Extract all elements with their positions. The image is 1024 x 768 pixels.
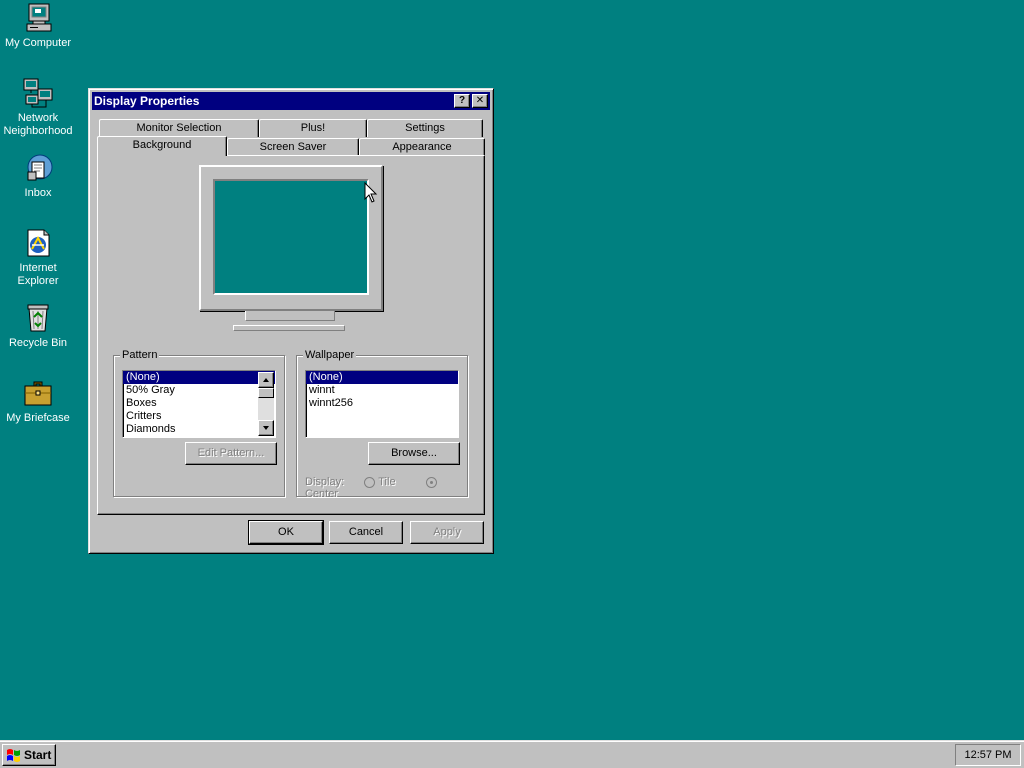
list-item[interactable]: Critters [123, 410, 275, 423]
tab-monitor-selection[interactable]: Monitor Selection [99, 119, 259, 137]
tab-label: Settings [405, 122, 445, 134]
clock[interactable]: 12:57 PM [964, 749, 1011, 761]
desktop-icon-network-neighborhood[interactable]: Network Neighborhood [0, 77, 76, 138]
list-item[interactable]: Diamonds [123, 423, 275, 436]
tab-label: Plus! [300, 122, 326, 134]
desktop-icon-my-briefcase[interactable]: My Briefcase [0, 377, 76, 425]
desktop-icon-internet-explorer[interactable]: Internet Explorer [0, 227, 76, 288]
monitor-stand [245, 311, 335, 321]
tab-settings[interactable]: Settings [367, 119, 483, 137]
list-item[interactable]: winnt256 [306, 397, 458, 410]
tile-radio[interactable] [364, 476, 376, 488]
start-button-label: Start [24, 748, 52, 762]
internet-explorer-icon [27, 229, 50, 257]
scroll-up-button[interactable] [258, 372, 274, 388]
taskbar: Start 12:57 PM [0, 740, 1024, 768]
pattern-group-label: Pattern [120, 349, 160, 361]
wallpaper-group: Wallpaper (None) winnt winnt256 Browse..… [296, 349, 468, 500]
list-item[interactable]: (None) [123, 371, 275, 384]
scroll-thumb[interactable] [258, 388, 274, 398]
wallpaper-list[interactable]: (None) winnt winnt256 [305, 370, 459, 438]
apply-button[interactable]: Apply [410, 521, 484, 544]
desktop-icon-label: My Computer [4, 37, 72, 49]
monitor-base [233, 325, 345, 331]
display-properties-window: Display Properties ? ✕ Monitor Selection… [88, 88, 494, 554]
display-options: Display: Tile Center [305, 476, 467, 500]
mouse-cursor-icon [364, 182, 378, 203]
desktop-icon-label: Recycle Bin [8, 337, 68, 349]
recycle-bin-icon [27, 304, 49, 332]
monitor-preview [199, 165, 383, 311]
monitor-preview-screen [213, 179, 369, 295]
pattern-group: Pattern (None) 50% Gray Boxes Critters D… [113, 349, 285, 497]
center-radio-label: Center [305, 488, 339, 500]
inbox-icon [27, 154, 53, 181]
tab-label: Background [132, 139, 192, 151]
arrow-down-icon [263, 426, 269, 430]
desktop-icon-label: Network Neighborhood [3, 112, 73, 137]
ok-button[interactable]: OK [248, 520, 324, 545]
windows-logo-icon [7, 749, 20, 762]
system-tray: 12:57 PM [955, 744, 1021, 766]
pattern-list[interactable]: (None) 50% Gray Boxes Critters Diamonds [122, 370, 276, 438]
help-button[interactable]: ? [454, 94, 470, 108]
desktop-icon-recycle-bin[interactable]: Recycle Bin [0, 302, 76, 350]
start-button[interactable]: Start [2, 744, 56, 766]
computer-icon [26, 3, 52, 32]
display-label: Display: [305, 476, 345, 488]
tab-label: Monitor Selection [136, 122, 222, 134]
desktop-icon-inbox[interactable]: Inbox [0, 152, 76, 200]
desktop-icon-label: My Briefcase [6, 412, 70, 424]
tile-radio-label: Tile [378, 476, 396, 488]
title-bar[interactable]: Display Properties ? ✕ [92, 92, 490, 110]
browse-button[interactable]: Browse... [368, 442, 460, 465]
center-radio[interactable] [425, 476, 437, 488]
briefcase-icon [24, 381, 52, 406]
desktop-icon-my-computer[interactable]: My Computer [0, 2, 76, 50]
wallpaper-group-label: Wallpaper [303, 349, 357, 361]
list-item[interactable]: 50% Gray [123, 384, 275, 397]
edit-pattern-button[interactable]: Edit Pattern... [185, 442, 277, 465]
network-icon [23, 78, 53, 108]
cancel-button[interactable]: Cancel [329, 521, 403, 544]
tab-plus[interactable]: Plus! [259, 119, 367, 137]
tab-screen-saver[interactable]: Screen Saver [227, 138, 359, 156]
list-item[interactable]: (None) [306, 371, 458, 384]
window-title: Display Properties [94, 94, 200, 108]
tab-background[interactable]: Background [97, 136, 227, 156]
desktop-icon-label: Inbox [24, 187, 52, 199]
tab-appearance[interactable]: Appearance [359, 138, 485, 156]
scroll-down-button[interactable] [258, 420, 274, 436]
tab-label: Screen Saver [259, 141, 327, 153]
arrow-up-icon [263, 378, 269, 382]
list-item[interactable]: Boxes [123, 397, 275, 410]
list-item[interactable]: winnt [306, 384, 458, 397]
pattern-list-scrollbar[interactable] [258, 372, 274, 436]
tab-label: Appearance [392, 141, 452, 153]
close-button[interactable]: ✕ [472, 94, 488, 108]
desktop-icon-label: Internet Explorer [17, 262, 59, 287]
